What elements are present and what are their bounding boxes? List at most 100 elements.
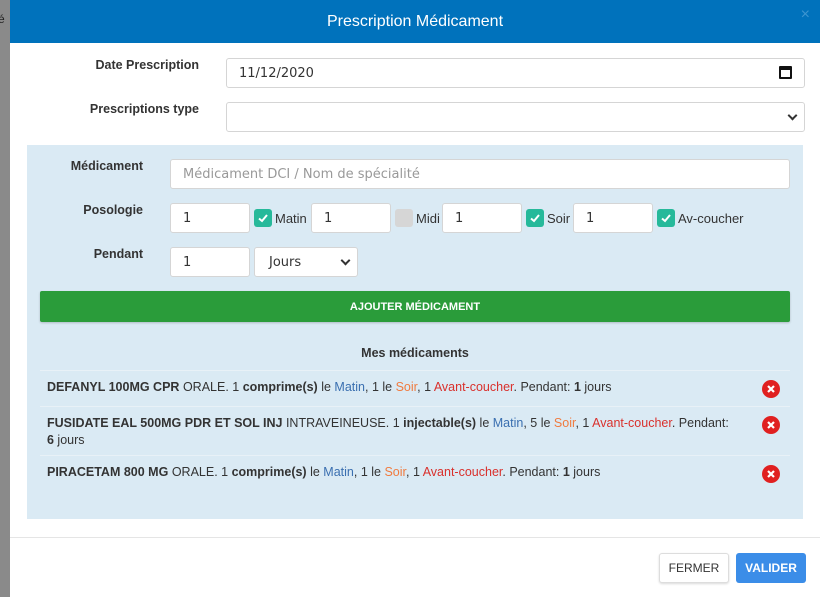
- chevron-down-icon: [340, 255, 351, 266]
- medication-days-unit: jours: [569, 465, 601, 479]
- medication-name: PIRACETAM 800 MG: [47, 465, 169, 479]
- date-label: Date Prescription: [95, 58, 199, 72]
- medication-list-title: Mes médicaments: [361, 346, 469, 360]
- medication-days: 1: [562, 465, 570, 479]
- check-icon: [258, 214, 268, 223]
- x-icon: [767, 470, 775, 478]
- medication-form: comprime(s): [231, 465, 307, 479]
- backdrop-text-fragment: é: [0, 12, 5, 26]
- medication-sep: le: [476, 416, 493, 430]
- medication-time-bedtime: Avant-coucher: [592, 416, 672, 430]
- delete-icon[interactable]: [762, 416, 780, 434]
- medication-time-evening: Soir: [395, 380, 418, 394]
- type-row: Prescriptions type: [10, 102, 820, 132]
- bedtime-checkbox[interactable]: [657, 209, 675, 227]
- medication-sep: le: [306, 465, 324, 479]
- medication-time-morning: Matin: [492, 416, 524, 430]
- validate-button[interactable]: VALIDER: [736, 553, 806, 583]
- duration-input[interactable]: 1: [170, 247, 250, 277]
- medication-panel: Médicament Médicament DCI / Nom de spéci…: [27, 145, 803, 519]
- medication-qty: 1: [221, 465, 229, 479]
- medication-days-unit: jours: [580, 380, 612, 394]
- posology-evening-input[interactable]: 1: [442, 203, 522, 233]
- medication-sep: , 5 le: [523, 416, 554, 430]
- medication-route: INTRAVEINEUSE.: [285, 416, 393, 430]
- medication-route: ORALE.: [171, 465, 222, 479]
- evening-checkbox[interactable]: [526, 209, 544, 227]
- morning-checkbox[interactable]: [254, 209, 272, 227]
- medication-time-evening: Soir: [553, 416, 576, 430]
- date-input[interactable]: 11/12/2020: [226, 58, 805, 88]
- medication-search-input[interactable]: Médicament DCI / Nom de spécialité: [170, 159, 790, 189]
- medication-description: FUSIDATE EAL 500MG PDR ET SOL INJ INTRAV…: [47, 415, 737, 449]
- medication-qty: 1: [232, 380, 240, 394]
- medication-sep: . Pendant:: [502, 465, 563, 479]
- medication-time-bedtime: Avant-coucher: [422, 465, 503, 479]
- medication-sep: . Pendant:: [671, 416, 729, 430]
- noon-checkbox-group: Midi: [395, 209, 440, 227]
- medication-time-morning: Matin: [334, 380, 365, 394]
- medication-sep: , 1 le: [353, 465, 385, 479]
- medication-row: Médicament Médicament DCI / Nom de spéci…: [27, 159, 803, 189]
- medication-list-item: DEFANYL 100MG CPR ORALE. 1 comprime(s) l…: [40, 370, 790, 406]
- posology-morning-value: 1: [183, 210, 192, 226]
- medication-name: DEFANYL 100MG CPR: [47, 380, 180, 394]
- posology-bedtime-value: 1: [586, 210, 595, 226]
- medication-sep: , 1: [417, 380, 434, 394]
- date-row: Date Prescription 11/12/2020: [10, 58, 820, 88]
- medication-list-item: FUSIDATE EAL 500MG PDR ET SOL INJ INTRAV…: [40, 406, 790, 455]
- chevron-down-icon: [787, 110, 798, 121]
- medication-sep: . Pendant:: [513, 380, 574, 394]
- duration-unit-value: Jours: [269, 254, 302, 270]
- date-value: 11/12/2020: [239, 65, 314, 81]
- posology-bedtime-input[interactable]: 1: [573, 203, 653, 233]
- medication-sep: , 1: [575, 416, 593, 430]
- noon-checkbox-label: Midi: [416, 210, 440, 226]
- evening-checkbox-group: Soir: [526, 209, 570, 227]
- medication-label: Médicament: [70, 159, 143, 173]
- modal-header: Prescription Médicament ×: [10, 0, 820, 43]
- check-icon: [661, 214, 671, 223]
- add-medication-button[interactable]: AJOUTER MÉDICAMENT: [40, 291, 790, 322]
- medication-description: DEFANYL 100MG CPR ORALE. 1 comprime(s) l…: [47, 379, 737, 396]
- delete-icon[interactable]: [762, 465, 780, 483]
- duration-unit-select[interactable]: Jours: [254, 247, 358, 277]
- medication-days: 6: [47, 433, 54, 447]
- medication-qty: 1: [392, 416, 400, 430]
- type-select[interactable]: [226, 102, 805, 132]
- x-icon: [767, 421, 775, 429]
- medication-name: FUSIDATE EAL 500MG PDR ET SOL INJ: [47, 416, 283, 430]
- evening-checkbox-label: Soir: [547, 210, 571, 226]
- medication-description: PIRACETAM 800 MG ORALE. 1 comprime(s) le…: [47, 464, 737, 481]
- medication-time-morning: Matin: [323, 465, 354, 479]
- posology-noon-input[interactable]: 1: [311, 203, 391, 233]
- posology-label: Posologie: [83, 203, 143, 217]
- medication-placeholder: Médicament DCI / Nom de spécialité: [183, 166, 420, 182]
- close-icon[interactable]: ×: [801, 6, 810, 24]
- check-icon: [530, 214, 540, 223]
- medication-days: 1: [573, 380, 581, 394]
- type-label: Prescriptions type: [89, 102, 199, 116]
- posology-noon-value: 1: [324, 210, 333, 226]
- medication-days-unit: jours: [53, 433, 85, 447]
- medication-sep: le: [317, 380, 335, 394]
- bedtime-checkbox-label: Av-coucher: [678, 210, 744, 226]
- medication-time-evening: Soir: [384, 465, 406, 479]
- duration-label: Pendant: [93, 247, 143, 261]
- medication-sep: , 1: [406, 465, 423, 479]
- noon-checkbox[interactable]: [395, 209, 413, 227]
- calendar-icon[interactable]: [779, 66, 792, 79]
- posology-morning-input[interactable]: 1: [170, 203, 250, 233]
- x-icon: [767, 385, 775, 393]
- medication-time-bedtime: Avant-coucher: [433, 380, 514, 394]
- duration-row: Pendant 1 Jours: [27, 247, 803, 277]
- prescription-modal: Prescription Médicament × Date Prescript…: [10, 0, 820, 597]
- duration-value: 1: [183, 254, 192, 270]
- medication-form: injectable(s): [403, 416, 477, 430]
- posology-evening-value: 1: [455, 210, 464, 226]
- medication-list-item: PIRACETAM 800 MG ORALE. 1 comprime(s) le…: [40, 455, 790, 491]
- posology-row: Posologie 1 Matin 1 Midi 1 Soir 1 Av-cou…: [27, 203, 803, 233]
- close-button[interactable]: FERMER: [659, 553, 729, 583]
- morning-checkbox-label: Matin: [275, 210, 307, 226]
- delete-icon[interactable]: [762, 380, 780, 398]
